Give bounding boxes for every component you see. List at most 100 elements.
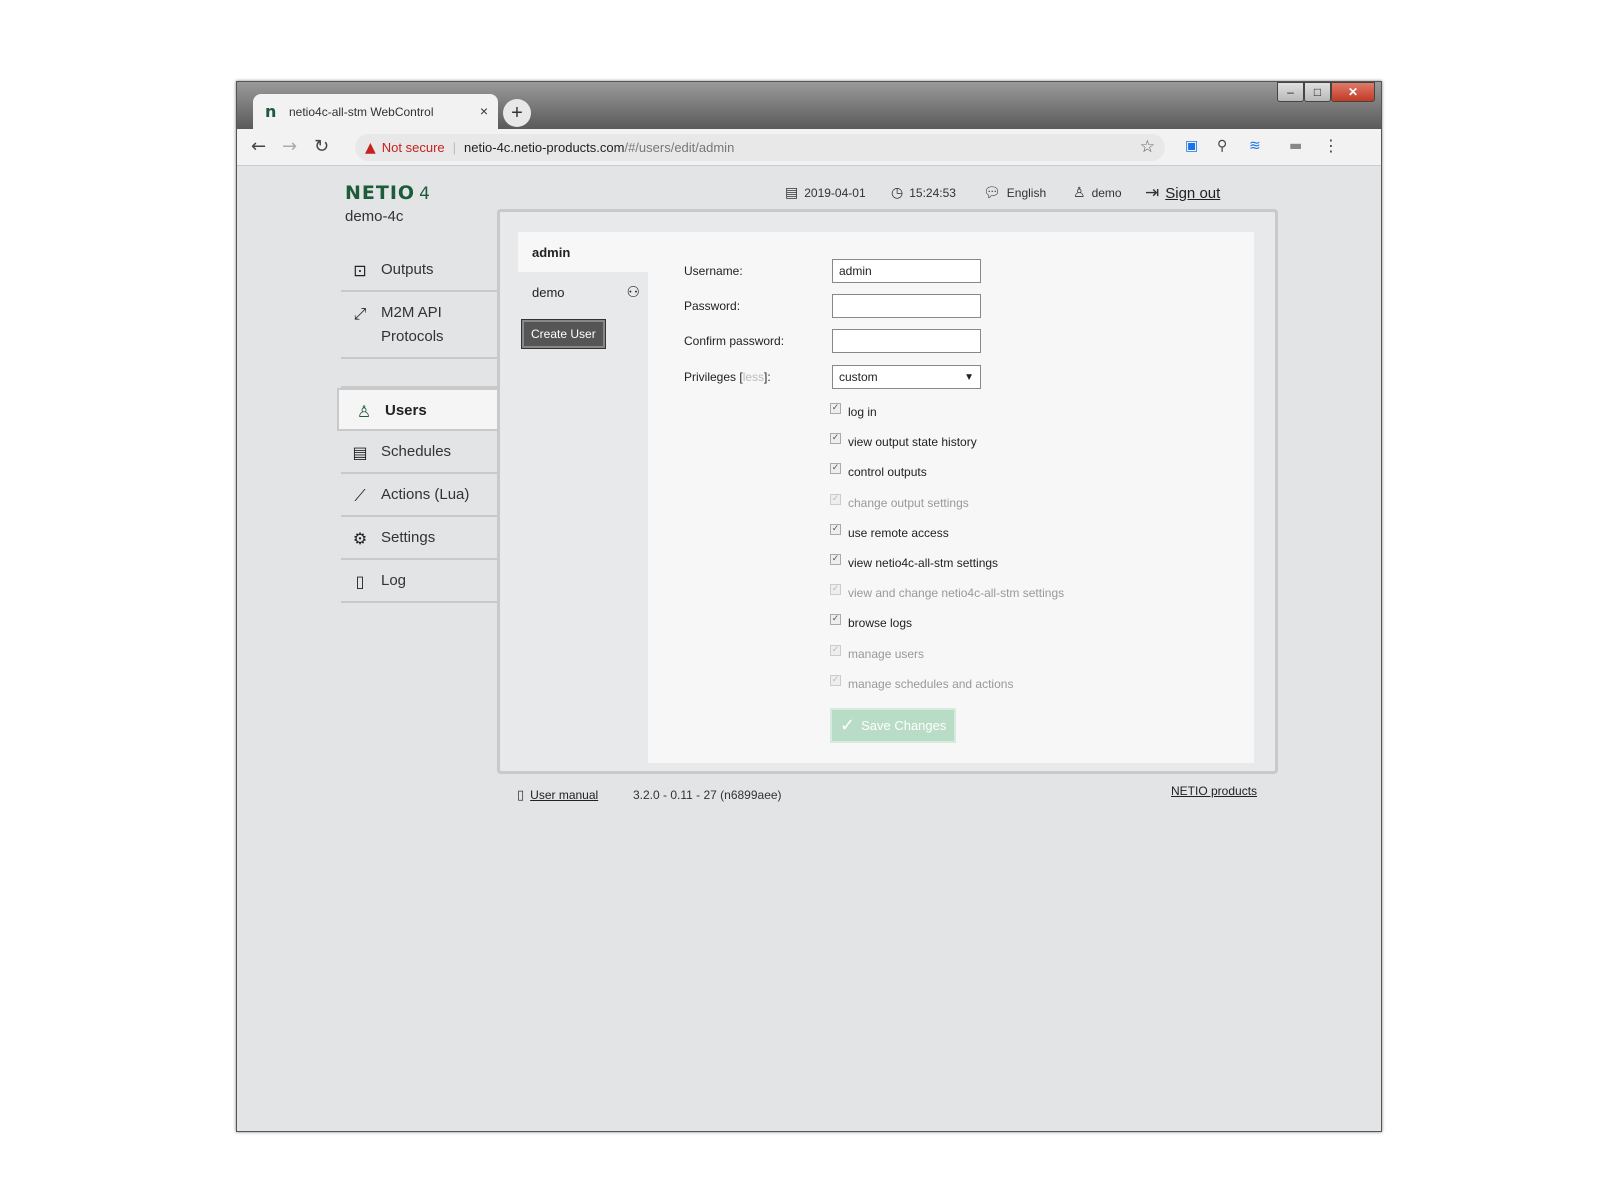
permission-manage-users: ✓ manage users [830, 644, 1064, 674]
extension-icon[interactable]: ≋ [1249, 138, 1261, 154]
date-text: 2019-04-01 [804, 186, 866, 200]
privileges-label: Privileges [less]: [684, 370, 832, 384]
sign-out-text[interactable]: Sign out [1165, 185, 1220, 202]
address-separator: | [452, 140, 457, 155]
privileges-label-end: ]: [764, 370, 771, 384]
extension-icon[interactable]: ▣ [1185, 138, 1198, 154]
netio-web-page: NETIO 4 demo-4c ▤ 2019-04-01 ◷ 15:24:53 💬︎ E… [237, 166, 1381, 1131]
language-text: English [1006, 186, 1047, 200]
sign-out-link[interactable]: ⇥ Sign out [1145, 182, 1220, 204]
forward-icon[interactable]: → [282, 136, 297, 157]
address-bar[interactable]: ▲ Not secure | netio-4c.netio-products.c… [355, 134, 1165, 161]
permission-label: view and change netio4c-all-stm settings [848, 586, 1065, 601]
permission-browse-logs[interactable]: ✓ browse logs [830, 613, 1064, 643]
save-changes-button[interactable]: ✓ Save Changes [830, 708, 956, 743]
url-path: /#/users/edit/admin [624, 140, 735, 155]
delete-user-icon[interactable]: ⚇ [627, 283, 640, 301]
user-manual-text[interactable]: User manual [530, 788, 598, 802]
netio-products-link[interactable]: NETIO products [1171, 784, 1257, 798]
permission-change-output-settings: ✓ change output settings [830, 493, 1064, 523]
user-list: admin demo ⚇ Create User [518, 232, 648, 348]
star-icon[interactable]: ☆ [1140, 137, 1155, 157]
user-tab-admin[interactable]: admin [518, 232, 648, 272]
permission-view-settings[interactable]: ✓ view netio4c-all-stm settings [830, 553, 1064, 583]
checkbox-checked-icon[interactable]: ✓ [830, 523, 841, 535]
username-field[interactable] [832, 259, 981, 283]
minimize-button[interactable]: – [1277, 82, 1304, 102]
time-display: ◷ 15:24:53 [891, 182, 956, 204]
close-window-button[interactable]: ✕ [1331, 82, 1375, 102]
permission-label: use remote access [848, 525, 949, 540]
user-icon: ♙ [1073, 185, 1086, 201]
title-bar: – □ ✕ n netio4c-all-stm WebControl × + [237, 82, 1381, 129]
document-icon: ▯ [517, 788, 525, 803]
menu-icon[interactable]: ⋮ [1323, 136, 1339, 155]
checkmark-icon: ✓ [840, 715, 856, 736]
sidebar-item-label: Settings [381, 529, 436, 546]
dropdown-arrow-icon: ▼ [964, 371, 974, 383]
password-field[interactable] [832, 294, 981, 318]
sidebar-item-schedules[interactable]: ▤ Schedules [341, 431, 499, 474]
sidebar-item-outputs[interactable]: ⊡ Outputs [341, 249, 499, 292]
firmware-version: 3.2.0 - 0.11 - 27 (n6899aee) [633, 788, 782, 802]
browser-toolbar: ← → ↻ ▲ Not secure | netio-4c.netio-prod… [237, 129, 1381, 166]
checkbox-checked-icon[interactable]: ✓ [830, 614, 841, 626]
maximize-button[interactable]: □ [1304, 82, 1331, 102]
username-label: Username: [684, 264, 743, 278]
user-tab-demo[interactable]: demo ⚇ [518, 272, 648, 312]
document-icon: ▯ [355, 572, 365, 591]
netio-favicon-icon: n [265, 101, 277, 121]
extension-icon[interactable]: ⚲ [1217, 138, 1227, 154]
confirm-password-label: Confirm password: [684, 334, 785, 348]
tab-close-icon[interactable]: × [480, 103, 488, 119]
outputs-icon: ⊡ [353, 261, 367, 280]
permission-control-outputs[interactable]: ✓ control outputs [830, 462, 1064, 492]
user-manual-link[interactable]: ▯ User manual [517, 788, 598, 803]
window-controls: – □ ✕ [1277, 82, 1375, 102]
m2m-label-line1: M2M API [381, 304, 442, 321]
checkbox-checked-icon[interactable]: ✓ [830, 463, 841, 475]
language-selector[interactable]: 💬︎ English [983, 182, 1046, 204]
permission-label: manage users [848, 646, 925, 661]
not-secure-label[interactable]: Not secure [382, 140, 445, 155]
permission-log-in[interactable]: ✓ log in [830, 402, 1064, 432]
checkbox-checked-icon[interactable]: ✓ [830, 553, 841, 565]
sidebar-item-label: Users [385, 402, 427, 419]
permission-label: manage schedules and actions [848, 676, 1014, 691]
reload-icon[interactable]: ↻ [314, 136, 329, 157]
checkbox-checked-icon[interactable]: ✓ [830, 403, 841, 414]
privileges-less-toggle[interactable]: less [743, 370, 764, 384]
sidebar-item-m2m-api[interactable]: ⤢ M2M API Protocols [341, 292, 499, 359]
permission-remote-access[interactable]: ✓ use remote access [830, 523, 1064, 553]
sidebar-item-log[interactable]: ▯ Log [341, 560, 499, 603]
checkbox-checked-icon: ✓ [830, 674, 841, 686]
current-user-text: demo [1091, 186, 1122, 200]
back-icon[interactable]: ← [251, 136, 266, 157]
sidebar-item-actions[interactable]: ⟋ Actions (Lua) [341, 474, 499, 517]
privileges-row: Privileges [less]: custom ▼ [684, 365, 981, 389]
sidebar-item-label: Schedules [381, 443, 452, 460]
checkbox-checked-icon: ✓ [830, 584, 841, 596]
checkbox-checked-icon[interactable]: ✓ [830, 433, 841, 445]
permission-label: change output settings [848, 495, 969, 510]
extension-icon[interactable]: ▬ [1289, 138, 1302, 154]
create-user-button[interactable]: Create User [522, 320, 605, 348]
logo-suffix: 4 [419, 184, 431, 204]
date-display: ▤ 2019-04-01 [785, 182, 866, 204]
netio-logo: NETIO 4 [345, 182, 431, 204]
privileges-selected-value: custom [839, 370, 878, 384]
browser-tab[interactable]: n netio4c-all-stm WebControl × [253, 94, 498, 129]
time-text: 15:24:53 [909, 186, 956, 200]
sidebar-item-users[interactable]: ♙ Users [337, 388, 501, 431]
confirm-password-field[interactable] [832, 329, 981, 353]
privileges-select[interactable]: custom ▼ [832, 365, 981, 389]
device-name: demo-4c [345, 208, 404, 225]
sidebar-item-settings[interactable]: ⚙ Settings [341, 517, 499, 560]
netio-products-text[interactable]: NETIO products [1171, 784, 1257, 798]
permission-label: control outputs [848, 465, 927, 480]
clock-icon: ◷ [891, 185, 904, 201]
current-user: ♙ demo [1073, 182, 1122, 204]
permission-view-output-history[interactable]: ✓ view output state history [830, 432, 1064, 462]
new-tab-button[interactable]: + [503, 99, 531, 127]
user-tab-label: admin [532, 244, 571, 260]
